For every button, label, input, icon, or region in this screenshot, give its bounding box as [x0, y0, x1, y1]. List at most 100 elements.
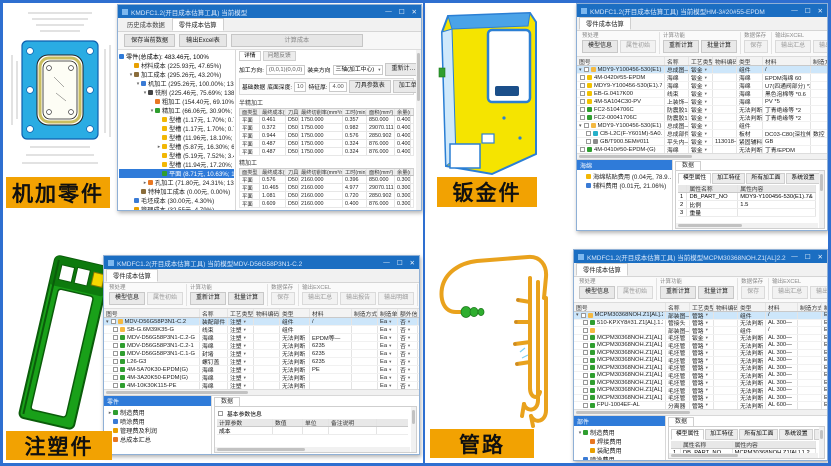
toolbar-button[interactable]: 批量计算: [701, 40, 737, 53]
row-checkbox[interactable]: [113, 359, 118, 364]
row-checkbox[interactable]: [583, 388, 588, 393]
dropdown-arrow-icon[interactable]: ▾: [706, 387, 708, 393]
dropdown-arrow-icon[interactable]: ▾: [389, 375, 391, 381]
row-checkbox[interactable]: [113, 367, 118, 372]
table-row[interactable]: ▾MCPM30368NOH.Z1[AL].2.2部装图—管路▾组件/Ea▾否▾: [574, 312, 827, 320]
table-row[interactable]: 部装图—管路▾组件/Ea▾否▾: [574, 327, 827, 335]
tab-feedback[interactable]: 问题反馈: [263, 51, 296, 61]
toolbar-button[interactable]: 保存: [271, 292, 295, 305]
table-row[interactable]: 4M-5A104C30-PV上装饰—钣金▾海绵PV *5Ea▾否▾: [577, 98, 827, 106]
bottom-depth-value[interactable]: 10: [294, 82, 306, 92]
row-checkbox[interactable]: [113, 335, 118, 340]
row-checkbox[interactable]: [580, 91, 585, 96]
minimize-button[interactable]: —: [385, 8, 392, 16]
expand-arrow-icon[interactable]: ▾: [106, 319, 109, 325]
horizontal-scrollbar[interactable]: [574, 410, 827, 415]
horizontal-scrollbar[interactable]: [577, 154, 827, 159]
tree-item[interactable]: 管理成本 (32.55元, 4.79%): [119, 205, 234, 210]
table-row[interactable]: CB-L2C(F-Y601M)-5A0.7-1总成部件钣金▾板材DC03-C80…: [577, 130, 827, 138]
table-row[interactable]: 4M-3A20K50-EPDM(G)海绵注塑▾无法判断Ea▾否▾: [104, 374, 419, 382]
horizontal-scrollbar[interactable]: [669, 453, 818, 458]
table-row[interactable]: MCPM30368NOH.Z1[AL].1.2-1毛坯管管路▾无法判断AL 30…: [574, 395, 827, 403]
dropdown-arrow-icon[interactable]: ▾: [244, 327, 246, 333]
row-checkbox[interactable]: [580, 147, 585, 152]
tree-item[interactable]: 型槽 (11.96元, 18.10%; 8.6…: [119, 133, 234, 142]
table-row[interactable]: MCPM30368NOH.Z1[AL].1.2-9毛坯管管路▾无法判断AL 30…: [574, 380, 827, 388]
row-checkbox[interactable]: [586, 131, 591, 136]
property-tab[interactable]: 模型属性: [678, 173, 711, 184]
save-current-data-button[interactable]: 保存当前数据: [124, 34, 175, 47]
tree-item[interactable]: ▾机加工 (295.26元, 100.00%; 138.68分…: [119, 79, 234, 88]
cost-table-row[interactable]: 平面0.372D501750.0000.98229070.1110.400: [239, 124, 414, 132]
dropdown-arrow-icon[interactable]: ▾: [706, 320, 708, 326]
table-row[interactable]: MCPM30368NOH.Z1[AL].1.2-5毛坯管管路▾无法判断AL 30…: [574, 342, 827, 350]
close-button[interactable]: ✕: [818, 7, 823, 15]
dropdown-arrow-icon[interactable]: ▾: [706, 380, 708, 386]
toolbar-button[interactable]: 输出汇总: [772, 286, 808, 299]
dropdown-arrow-icon[interactable]: ▾: [706, 365, 708, 371]
tab[interactable]: 零件成本估算: [172, 18, 224, 31]
row-checkbox[interactable]: [583, 320, 588, 325]
toolbar-button[interactable]: 输出报告: [813, 40, 828, 53]
dropdown-arrow-icon[interactable]: ▾: [705, 67, 707, 73]
dropdown-arrow-icon[interactable]: ▾: [389, 335, 391, 341]
cost-table-row[interactable]: 平面0.576D502160.0000.396850.0000.300: [239, 176, 414, 184]
dropdown-arrow-icon[interactable]: ▾: [408, 351, 410, 357]
close-button[interactable]: ✕: [410, 259, 415, 267]
dropdown-arrow-icon[interactable]: ▾: [705, 75, 707, 81]
table-row[interactable]: FPU-1004EF-AL分离器管路▾无法判断AL 600—Ea▾否▾: [574, 402, 827, 410]
table-row[interactable]: L26-G3螺钉盖注塑▾无法判断6235Ea▾否▾: [104, 358, 419, 366]
row-checkbox[interactable]: [113, 327, 118, 332]
tree-item[interactable]: 型槽 (5.19元, 7.52%; 3.46…: [119, 151, 234, 160]
cost-table-row[interactable]: 平面10.465D502160.0004.97729070.1110.300: [239, 184, 414, 192]
dropdown-arrow-icon[interactable]: ▾: [408, 383, 410, 389]
property-row[interactable]: 2比例1.5: [678, 201, 816, 209]
tab-part-cost[interactable]: 零件成本估算: [106, 269, 158, 282]
feature-thickness-value[interactable]: 4.00: [329, 82, 346, 92]
row-checkbox[interactable]: [580, 99, 585, 104]
dropdown-arrow-icon[interactable]: ▾: [389, 367, 391, 373]
property-tab[interactable]: 加工特征: [705, 429, 738, 440]
row-checkbox[interactable]: [583, 373, 588, 378]
tree-item[interactable]: 喷涂费用: [105, 417, 210, 426]
row-checkbox[interactable]: [113, 351, 118, 356]
table-row[interactable]: MCPM30368NOH.Z1[AL].1.2-4毛坯管管路▾无法判断AL 30…: [574, 350, 827, 358]
minimize-button[interactable]: —: [791, 7, 798, 15]
property-tab[interactable]: 加工特征: [712, 173, 745, 184]
tree-item[interactable]: 型槽 (1.17元, 1.70%; 0.70…: [119, 124, 234, 133]
tab-data[interactable]: 数据: [668, 417, 694, 426]
expand-arrow-icon[interactable]: ▾: [579, 123, 582, 129]
dropdown-arrow-icon[interactable]: ▾: [705, 99, 707, 105]
table-row[interactable]: MDY9-Y100456-530(E1).7&2海绵钣金▾海绵U7(四通阀部分)…: [577, 82, 827, 90]
minimize-button[interactable]: —: [383, 259, 390, 267]
dropdown-arrow-icon[interactable]: ▾: [705, 115, 707, 121]
row-checkbox[interactable]: [581, 313, 586, 318]
toolbar-button[interactable]: 模型信息: [579, 286, 615, 299]
toolbar-button[interactable]: 批量计算: [698, 286, 734, 299]
dropdown-arrow-icon[interactable]: ▾: [244, 319, 246, 325]
table-row[interactable]: MCPM30368NOH.Z1[AL].1.2-3毛坯管管路▾无法判断AL 30…: [574, 357, 827, 365]
toolbar-button[interactable]: 输出汇总: [775, 40, 811, 53]
tool-params-button[interactable]: 刀具参数表: [349, 80, 391, 93]
dropdown-arrow-icon[interactable]: ▾: [244, 359, 246, 365]
dropdown-arrow-icon[interactable]: ▾: [389, 351, 391, 357]
table-row[interactable]: FC2-00041706C防震胶1钣金▾无法判断丁青绝缘等 *2Ea▾否▾: [577, 114, 827, 122]
horizontal-scrollbar[interactable]: [104, 390, 419, 395]
basic-params-checkbox[interactable]: [218, 411, 223, 416]
tree-item[interactable]: 装配费用: [575, 446, 664, 455]
row-checkbox[interactable]: [580, 83, 585, 88]
row-checkbox[interactable]: [583, 343, 588, 348]
titlebar[interactable]: KMDFC1.2(开目成本估算工具) 当前模型MDV-D56G58P3N1-C.…: [104, 256, 419, 269]
row-checkbox[interactable]: [583, 358, 588, 363]
table-row[interactable]: GB/T900.5EM#011平头内—钣金▾113018—紧固辅料GBEa▾否▾: [577, 138, 827, 146]
dropdown-arrow-icon[interactable]: ▾: [706, 395, 708, 401]
machine-type-select[interactable]: 三轴(加工中心)▾: [333, 65, 384, 75]
dropdown-arrow-icon[interactable]: ▾: [408, 367, 410, 373]
row-checkbox[interactable]: [583, 335, 588, 340]
tree-item[interactable]: 焊接费用: [575, 437, 664, 446]
row-checkbox[interactable]: [111, 319, 116, 324]
tab[interactable]: 历史成本数据: [120, 18, 172, 31]
row-checkbox[interactable]: [583, 403, 588, 408]
tab-part-cost[interactable]: 零件成本估算: [576, 263, 628, 276]
dropdown-arrow-icon[interactable]: ▾: [408, 327, 410, 333]
